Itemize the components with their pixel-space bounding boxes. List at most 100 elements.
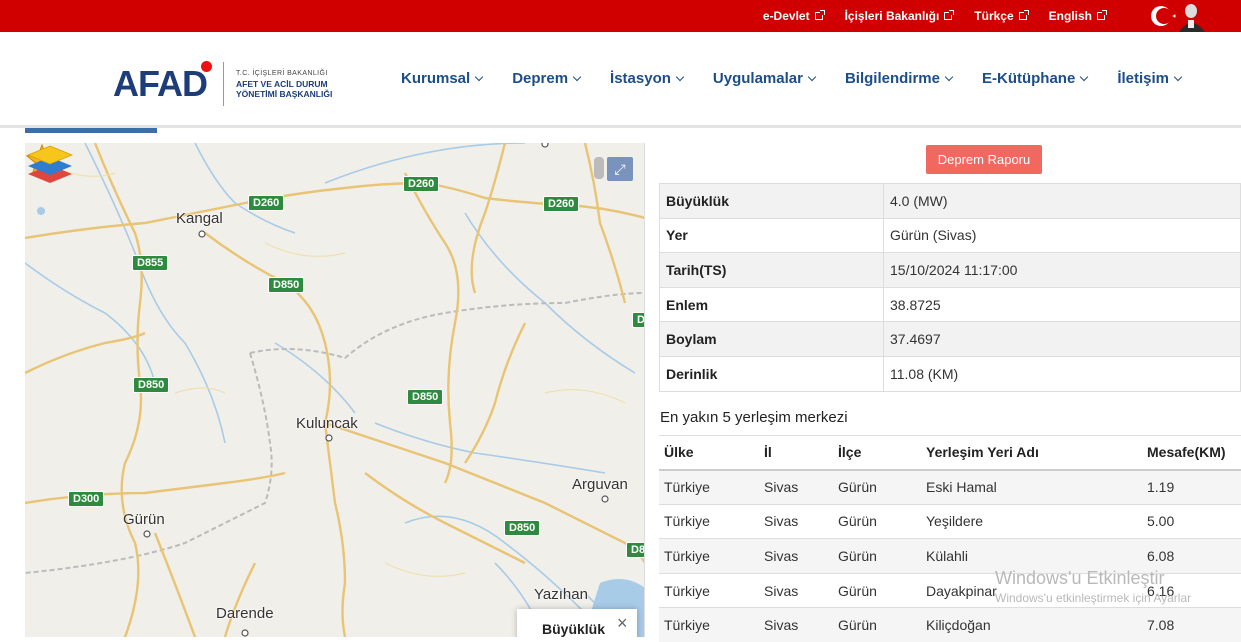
- map-city-label: Arguvan: [572, 476, 628, 493]
- column-header[interactable]: Mesafe(KM): [1142, 435, 1241, 471]
- nav-label: Bilgilendirme: [844, 70, 940, 87]
- logo-line2: AFET VE ACİL DURUM: [236, 79, 328, 89]
- cell-country: Türkiye: [659, 538, 759, 574]
- watermark-line2: Windows'u etkinleştirmek için Ayarlar: [995, 591, 1192, 605]
- top-link-label: İçişleri Bakanlığı: [844, 9, 940, 23]
- logo-wordmark: AFAD: [113, 61, 212, 105]
- nav-label: Deprem: [512, 70, 569, 87]
- popup-title: Büyüklük: [542, 621, 606, 637]
- cell-settlement: Eski Hamal: [921, 469, 1142, 505]
- layers-icon[interactable]: [25, 143, 75, 185]
- nav-label: İstasyon: [610, 70, 671, 87]
- chevron-down-icon: [675, 72, 685, 81]
- cell-country: Türkiye: [659, 469, 759, 505]
- detail-value: 4.0 (MW): [883, 183, 1241, 219]
- external-link-icon: [814, 10, 825, 20]
- cell-district: Gürün: [833, 469, 921, 505]
- top-link-edevlet[interactable]: e-Devlet: [762, 9, 825, 23]
- site-header: AFAD T.C. İÇİŞLERİ BAKANLIĞI AFET VE ACİ…: [0, 32, 1241, 128]
- table-row: Derinlik 11.08 (KM): [659, 355, 1241, 392]
- detail-value: 15/10/2024 11:17:00: [883, 252, 1241, 288]
- map-city-label: Kangal: [176, 210, 223, 227]
- column-header[interactable]: İl: [759, 435, 833, 471]
- table-row: Boylam 37.4697: [659, 321, 1241, 357]
- table-row: Yer Gürün (Sivas): [659, 217, 1241, 254]
- top-link-label: e-Devlet: [762, 9, 810, 23]
- column-header[interactable]: Yerleşim Yeri Adı: [921, 435, 1142, 471]
- external-link-icon: [1018, 10, 1029, 20]
- close-icon[interactable]: ×: [617, 613, 628, 634]
- main-nav: Kurumsal Deprem İstasyon Uygulamalar Bil…: [401, 70, 1183, 87]
- earthquake-report-button[interactable]: Deprem Raporu: [926, 145, 1042, 174]
- chevron-down-icon: [572, 72, 582, 81]
- map-city-label: Darende: [216, 605, 274, 622]
- detail-value: 11.08 (KM): [883, 355, 1241, 392]
- external-link-icon: [944, 10, 955, 20]
- watermark-line1: Windows'u Etkinleştir: [995, 568, 1165, 588]
- detail-value: 38.8725: [883, 286, 1241, 323]
- detail-key: Tarih(TS): [659, 252, 884, 288]
- top-bar: e-Devlet İçişleri Bakanlığı Türkçe Engli…: [0, 0, 1241, 32]
- nav-iletisim[interactable]: İletişim: [1117, 70, 1183, 87]
- map-base-layer: [25, 143, 644, 637]
- detail-value: Gürün (Sivas): [883, 217, 1241, 254]
- top-link-icisleri[interactable]: İçişleri Bakanlığı: [844, 9, 955, 23]
- top-link-label: Türkçe: [974, 9, 1014, 23]
- chevron-down-icon: [1173, 72, 1183, 81]
- column-header[interactable]: İlçe: [833, 435, 921, 471]
- logo-dot-icon: [201, 61, 212, 72]
- map-city-label: Yazıhan: [534, 586, 588, 603]
- chevron-down-icon: [807, 72, 817, 81]
- top-link-english[interactable]: English: [1048, 9, 1107, 23]
- top-link-turkce[interactable]: Türkçe: [974, 9, 1029, 23]
- cell-province: Sivas: [759, 503, 833, 539]
- detail-key: Yer: [659, 217, 884, 254]
- detail-key: Enlem: [659, 286, 884, 323]
- cell-province: Sivas: [759, 572, 833, 608]
- road-badge: D300: [68, 491, 105, 507]
- detail-key: Derinlik: [659, 355, 884, 392]
- nav-ekutuphane[interactable]: E-Kütüphane: [982, 70, 1089, 87]
- table-row: Türkiye Sivas Gürün Yeşildere 5.00: [659, 503, 1241, 539]
- map-city-label: Kuluncak: [296, 415, 358, 432]
- top-link-label: English: [1048, 9, 1092, 23]
- nearest-settlements-title: En yakın 5 yerleşim merkezi: [660, 409, 848, 426]
- cell-distance: 5.00: [1142, 503, 1241, 539]
- nav-deprem[interactable]: Deprem: [512, 70, 582, 87]
- road-badge: D260: [543, 196, 580, 212]
- table-header-row: Ülke İl İlçe Yerleşim Yeri Adı Mesafe(KM…: [659, 435, 1241, 471]
- earthquake-map[interactable]: Kangal Kuluncak Arguvan Gürün Darende Ya…: [25, 143, 645, 637]
- cell-distance: 1.19: [1142, 469, 1241, 505]
- map-scroll-handle[interactable]: [594, 157, 604, 179]
- detail-key: Boylam: [659, 321, 884, 357]
- flag-portrait-icon: [1151, 4, 1205, 32]
- map-popup: Büyüklük ×: [517, 609, 637, 637]
- cell-country: Türkiye: [659, 572, 759, 608]
- road-badge: D260: [403, 176, 440, 192]
- afad-logo[interactable]: AFAD T.C. İÇİŞLERİ BAKANLIĞI AFET VE ACİ…: [113, 61, 332, 106]
- nav-label: İletişim: [1117, 70, 1169, 87]
- logo-line3: YÖNETİMİ BAŞKANLIĞI: [236, 89, 333, 99]
- cell-district: Gürün: [833, 572, 921, 608]
- nav-label: Kurumsal: [401, 70, 471, 87]
- detail-value: 37.4697: [883, 321, 1241, 357]
- expand-icon: ⤢: [614, 160, 626, 177]
- road-badge: D850: [268, 277, 305, 293]
- road-badge: D850: [504, 520, 541, 536]
- logo-subtitle: T.C. İÇİŞLERİ BAKANLIĞI AFET VE ACİL DUR…: [236, 69, 332, 99]
- windows-activation-watermark: Windows'u Etkinleştir Windows'u etkinleş…: [995, 568, 1191, 605]
- logo-name: AFAD: [113, 63, 208, 104]
- nav-label: Uygulamalar: [712, 70, 803, 87]
- top-links: e-Devlet İçişleri Bakanlığı Türkçe Engli…: [762, 0, 1107, 32]
- column-header[interactable]: Ülke: [659, 435, 759, 471]
- cell-settlement: Yeşildere: [921, 503, 1142, 539]
- table-row: Enlem 38.8725: [659, 286, 1241, 323]
- fullscreen-button[interactable]: ⤢: [607, 157, 633, 181]
- nearest-settlements-table: Ülke İl İlçe Yerleşim Yeri Adı Mesafe(KM…: [659, 435, 1241, 642]
- nav-istasyon[interactable]: İstasyon: [610, 70, 685, 87]
- nav-uygulamalar[interactable]: Uygulamalar: [712, 70, 817, 87]
- nav-bilgilendirme[interactable]: Bilgilendirme: [844, 70, 954, 87]
- nav-kurumsal[interactable]: Kurumsal: [401, 70, 484, 87]
- cell-district: Gürün: [833, 538, 921, 574]
- earthquake-details-table: Büyüklük 4.0 (MW) Yer Gürün (Sivas) Tarih(…: [659, 183, 1241, 392]
